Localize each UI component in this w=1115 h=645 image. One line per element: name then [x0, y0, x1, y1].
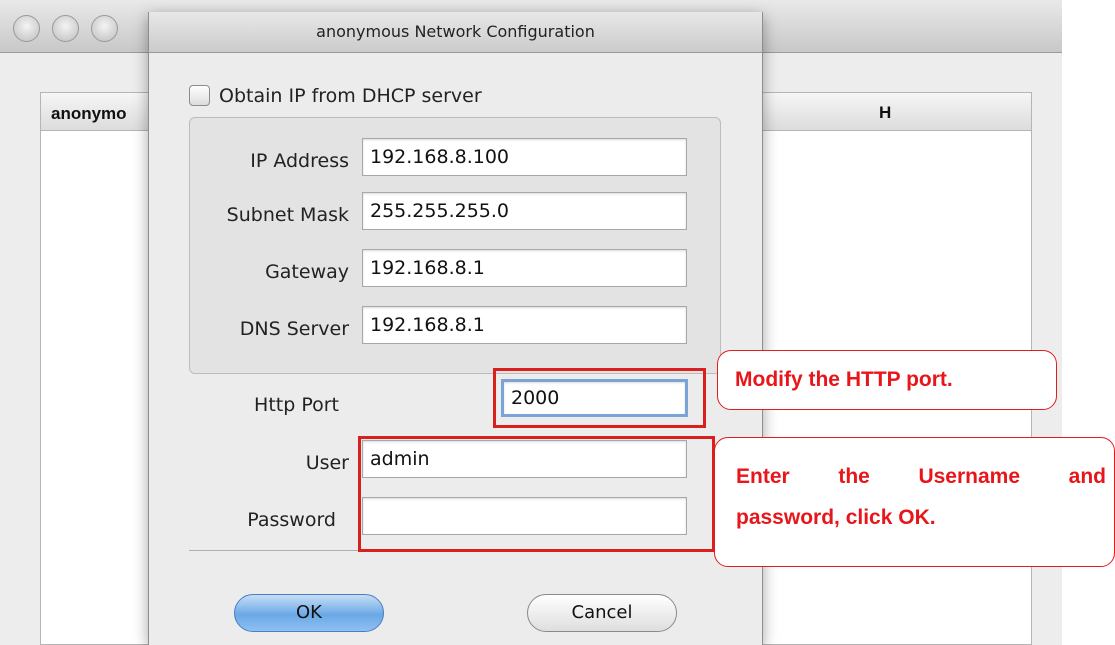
credentials-note-line-1: Enter the Username and	[736, 465, 1106, 488]
subnet-mask-label: Subnet Mask	[226, 204, 349, 226]
credentials-callout: Enter the Username and password, click O…	[714, 437, 1115, 567]
http-port-highlight	[493, 368, 706, 428]
gateway-field[interactable]: 192.168.8.1	[362, 249, 687, 287]
user-label: User	[305, 452, 349, 474]
http-port-note: Modify the HTTP port.	[735, 368, 953, 391]
dhcp-label: Obtain IP from DHCP server	[219, 85, 482, 107]
subnet-mask-field[interactable]: 255.255.255.0	[362, 192, 687, 230]
cancel-button[interactable]: Cancel	[527, 594, 677, 632]
ip-address-label: IP Address	[250, 150, 349, 172]
column-header-h[interactable]: H	[879, 103, 891, 123]
zoom-window-icon[interactable]	[91, 15, 118, 42]
credentials-highlight	[358, 436, 715, 552]
dhcp-option[interactable]: Obtain IP from DHCP server	[189, 85, 482, 107]
minimize-window-icon[interactable]	[52, 15, 79, 42]
password-label: Password	[247, 509, 336, 531]
credentials-note-line-2: password, click OK.	[736, 506, 936, 529]
dhcp-checkbox[interactable]	[189, 85, 210, 106]
dns-server-label: DNS Server	[239, 318, 349, 340]
http-port-label: Http Port	[254, 394, 339, 416]
http-port-callout: Modify the HTTP port.	[717, 350, 1057, 410]
dialog-title: anonymous Network Configuration	[149, 12, 762, 53]
ip-address-field[interactable]: 192.168.8.100	[362, 138, 687, 176]
ok-button[interactable]: OK	[234, 594, 384, 632]
gateway-label: Gateway	[265, 261, 349, 283]
dns-server-field[interactable]: 192.168.8.1	[362, 306, 687, 344]
close-window-icon[interactable]	[13, 15, 40, 42]
column-header-name[interactable]: anonymo	[51, 104, 127, 124]
